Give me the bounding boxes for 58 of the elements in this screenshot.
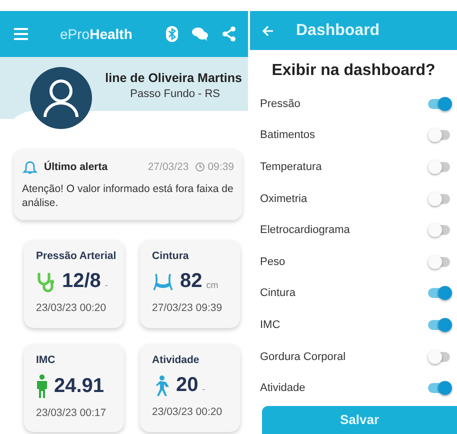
user-location: Passo Fundo - RS <box>130 88 220 100</box>
metric-unit: - <box>202 384 206 394</box>
chat-icon[interactable] <box>192 27 208 41</box>
screen-title: Dashboard <box>296 22 380 40</box>
metric-date: 23/03/23 00:17 <box>36 407 108 420</box>
metric-unit: cm <box>206 280 218 290</box>
metric-unit: - <box>104 280 108 290</box>
toggle-label: Batimentos <box>260 129 316 142</box>
toggle-label: Cintura <box>260 287 296 300</box>
toggle-switch[interactable] <box>428 222 452 238</box>
metric-value: 82 <box>180 270 202 294</box>
section-heading: Exibir na dashboard? <box>270 62 436 80</box>
metric-title: Atividade <box>152 354 200 366</box>
toggle-label: Oximetria <box>260 192 308 205</box>
alert-time: 09:39 <box>208 161 234 173</box>
metric-title: Pressão Arterial <box>36 250 118 262</box>
metric-title: Cintura <box>152 250 190 262</box>
stethoscope-icon <box>36 270 56 293</box>
metric-card[interactable]: Cintura 82 cm 27/03/23 09:39 <box>140 240 240 328</box>
toggle-switch[interactable] <box>428 316 452 333</box>
menu-icon[interactable] <box>14 28 28 40</box>
back-icon[interactable] <box>262 24 274 36</box>
toggle-switch[interactable] <box>428 190 452 207</box>
toggle-switch[interactable] <box>428 127 452 144</box>
toggle-label: IMC <box>260 318 280 331</box>
metric-card[interactable]: IMC 24.91 23/03/23 00:17 <box>24 344 124 432</box>
alert-date: 27/03/23 <box>148 161 189 173</box>
metric-date: 27/03/23 09:39 <box>152 302 224 314</box>
toggle-label: Peso <box>260 256 286 268</box>
bluetooth-icon[interactable] <box>166 26 178 42</box>
toggle-switch[interactable] <box>428 380 452 396</box>
alert-title: Último alerta <box>44 161 108 173</box>
toggle-switch[interactable] <box>428 158 452 175</box>
toggle-label: Temperatura <box>260 160 322 173</box>
bell-icon <box>22 159 38 175</box>
metric-title: IMC <box>36 354 56 366</box>
share-icon[interactable] <box>222 26 236 42</box>
toggle-label: Atividade <box>260 382 306 394</box>
toggle-label: Gordura Corporal <box>260 350 346 363</box>
toggle-switch[interactable] <box>428 285 452 302</box>
toggle-switch[interactable] <box>428 348 452 365</box>
toggle-label: Eletrocardiograma <box>260 224 350 236</box>
metric-card[interactable]: Atividade 20 - 23/03/23 00:20 <box>140 344 240 432</box>
app-logo: eProHealth <box>60 26 132 42</box>
metric-value: 24.91 <box>54 374 104 398</box>
alert-message: Atenção! O valor informado está fora faixa de análise. <box>22 183 234 210</box>
metric-value: 12/8 <box>62 270 101 294</box>
metric-date: 23/03/23 00:20 <box>36 302 108 314</box>
metric-date: 23/03/23 00:20 <box>152 406 224 418</box>
toggle-label: Pressão <box>260 98 300 110</box>
clock-icon <box>194 162 205 172</box>
waist-icon <box>152 272 174 292</box>
toggle-switch[interactable] <box>428 254 452 270</box>
person-icon <box>36 374 48 398</box>
user-name: line de Oliveira Martins <box>105 71 242 85</box>
metric-value: 20 <box>176 374 198 398</box>
metric-card[interactable]: Pressão Arterial 12/8 - 23/03/23 00:20 <box>24 240 124 328</box>
toggle-switch[interactable] <box>428 96 452 112</box>
